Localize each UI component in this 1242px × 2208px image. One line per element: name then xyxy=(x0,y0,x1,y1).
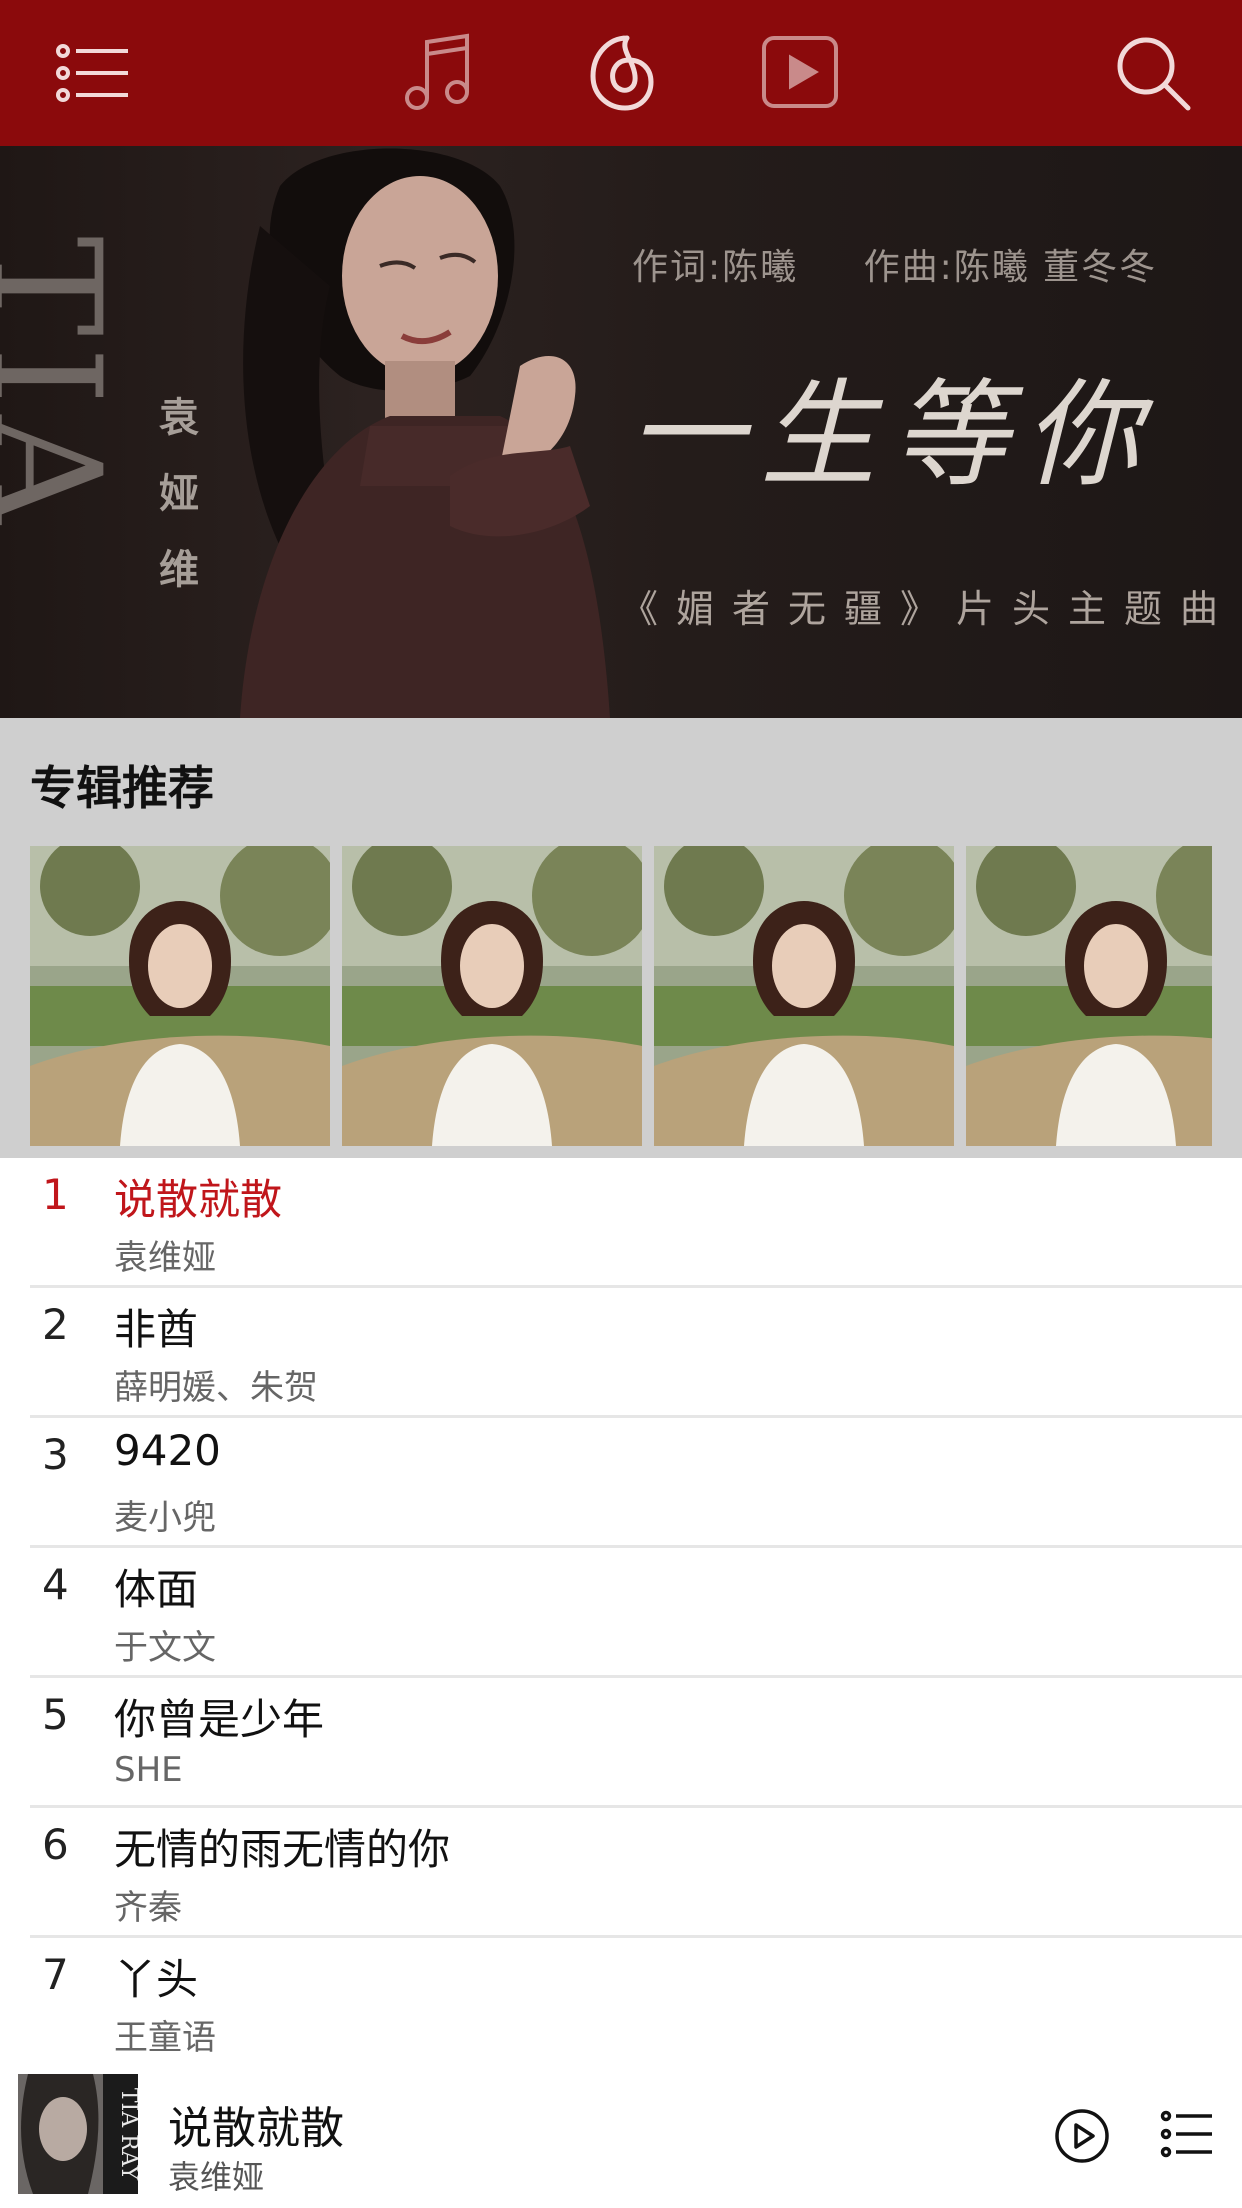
banner-carousel[interactable]: TIA 袁娅维 作词:陈曦 作曲:陈曦 董冬冬 一生等你 《媚者无疆》片头主题曲 xyxy=(0,146,1242,718)
song-row[interactable]: 7 丫头 王童语 xyxy=(30,1938,1242,2068)
album-cover[interactable] xyxy=(342,846,642,1146)
now-playing-cover[interactable]: TIA RAY xyxy=(18,2074,138,2194)
cover-text: TIA RAY xyxy=(116,2088,138,2181)
banner-lyricist: 作词:陈曦 xyxy=(632,247,799,288)
banner-portrait xyxy=(240,148,610,718)
song-title: 无情的雨无情的你 xyxy=(114,1825,451,1874)
song-title: 体面 xyxy=(114,1565,199,1614)
section-title: 专辑推荐 xyxy=(30,761,214,815)
song-list: 1 说散就散 袁维娅 2 非酋 薛明媛、朱贺 3 9420 麦小兜 4 体面 于… xyxy=(0,1158,1242,2068)
song-row[interactable]: 5 你曾是少年 SHE xyxy=(30,1678,1242,1808)
song-title: 9420 xyxy=(114,1426,221,1475)
song-artist: 王童语 xyxy=(114,2018,216,2058)
song-title: 说散就散 xyxy=(114,1175,283,1224)
song-rank: 6 xyxy=(42,1820,69,1869)
playlist-icon xyxy=(1160,2110,1212,2158)
song-title: 你曾是少年 xyxy=(114,1695,325,1744)
netease-music-logo-icon[interactable] xyxy=(575,28,665,118)
top-bar xyxy=(0,0,1242,146)
song-artist: 薛明媛、朱贺 xyxy=(114,1368,318,1408)
search-icon[interactable] xyxy=(1108,28,1198,118)
song-artist: 齐秦 xyxy=(114,1888,182,1928)
song-artist: 袁维娅 xyxy=(114,1238,216,1278)
play-icon xyxy=(1055,2109,1109,2163)
mini-player[interactable]: TIA RAY 说散就散 袁维娅 xyxy=(0,2068,1242,2208)
album-cover[interactable] xyxy=(966,846,1212,1146)
song-title: 丫头 xyxy=(114,1955,199,2004)
song-artist: SHE xyxy=(114,1750,183,1790)
song-rank: 1 xyxy=(42,1170,69,1219)
banner-subtitle: 《媚者无疆》片头主题曲 xyxy=(620,587,1237,631)
song-row[interactable]: 1 说散就散 袁维娅 xyxy=(30,1158,1242,1288)
song-rank: 4 xyxy=(42,1560,69,1609)
song-rank: 3 xyxy=(42,1430,69,1479)
song-row[interactable]: 4 体面 于文文 xyxy=(30,1548,1242,1678)
album-cover[interactable] xyxy=(654,846,954,1146)
album-recommend-section: 专辑推荐 xyxy=(0,718,1242,1158)
banner-title: 一生等你 xyxy=(628,368,1156,503)
song-row[interactable]: 6 无情的雨无情的你 齐秦 xyxy=(30,1808,1242,1938)
playlist-button[interactable] xyxy=(1160,2108,1214,2160)
menu-icon[interactable] xyxy=(46,28,136,118)
song-rank: 5 xyxy=(42,1690,69,1739)
song-row[interactable]: 2 非酋 薛明媛、朱贺 xyxy=(30,1288,1242,1418)
banner-credits: 作词:陈曦 作曲:陈曦 董冬冬 xyxy=(632,238,1157,290)
song-row[interactable]: 3 9420 麦小兜 xyxy=(30,1418,1242,1548)
song-title: 非酋 xyxy=(114,1305,199,1354)
play-button[interactable] xyxy=(1054,2108,1110,2164)
song-artist: 于文文 xyxy=(114,1628,216,1668)
video-play-icon[interactable] xyxy=(755,28,845,118)
song-rank: 7 xyxy=(42,1950,69,1999)
song-artist: 麦小兜 xyxy=(114,1498,216,1538)
banner-composer: 作曲:陈曦 董冬冬 xyxy=(863,247,1158,288)
banner-latin-text: TIA xyxy=(0,236,132,534)
now-playing-artist: 袁维娅 xyxy=(168,2158,265,2196)
song-rank: 2 xyxy=(42,1300,69,1349)
now-playing-title: 说散就散 xyxy=(168,2103,344,2154)
music-note-icon[interactable] xyxy=(395,28,485,118)
album-cover[interactable] xyxy=(30,846,330,1146)
